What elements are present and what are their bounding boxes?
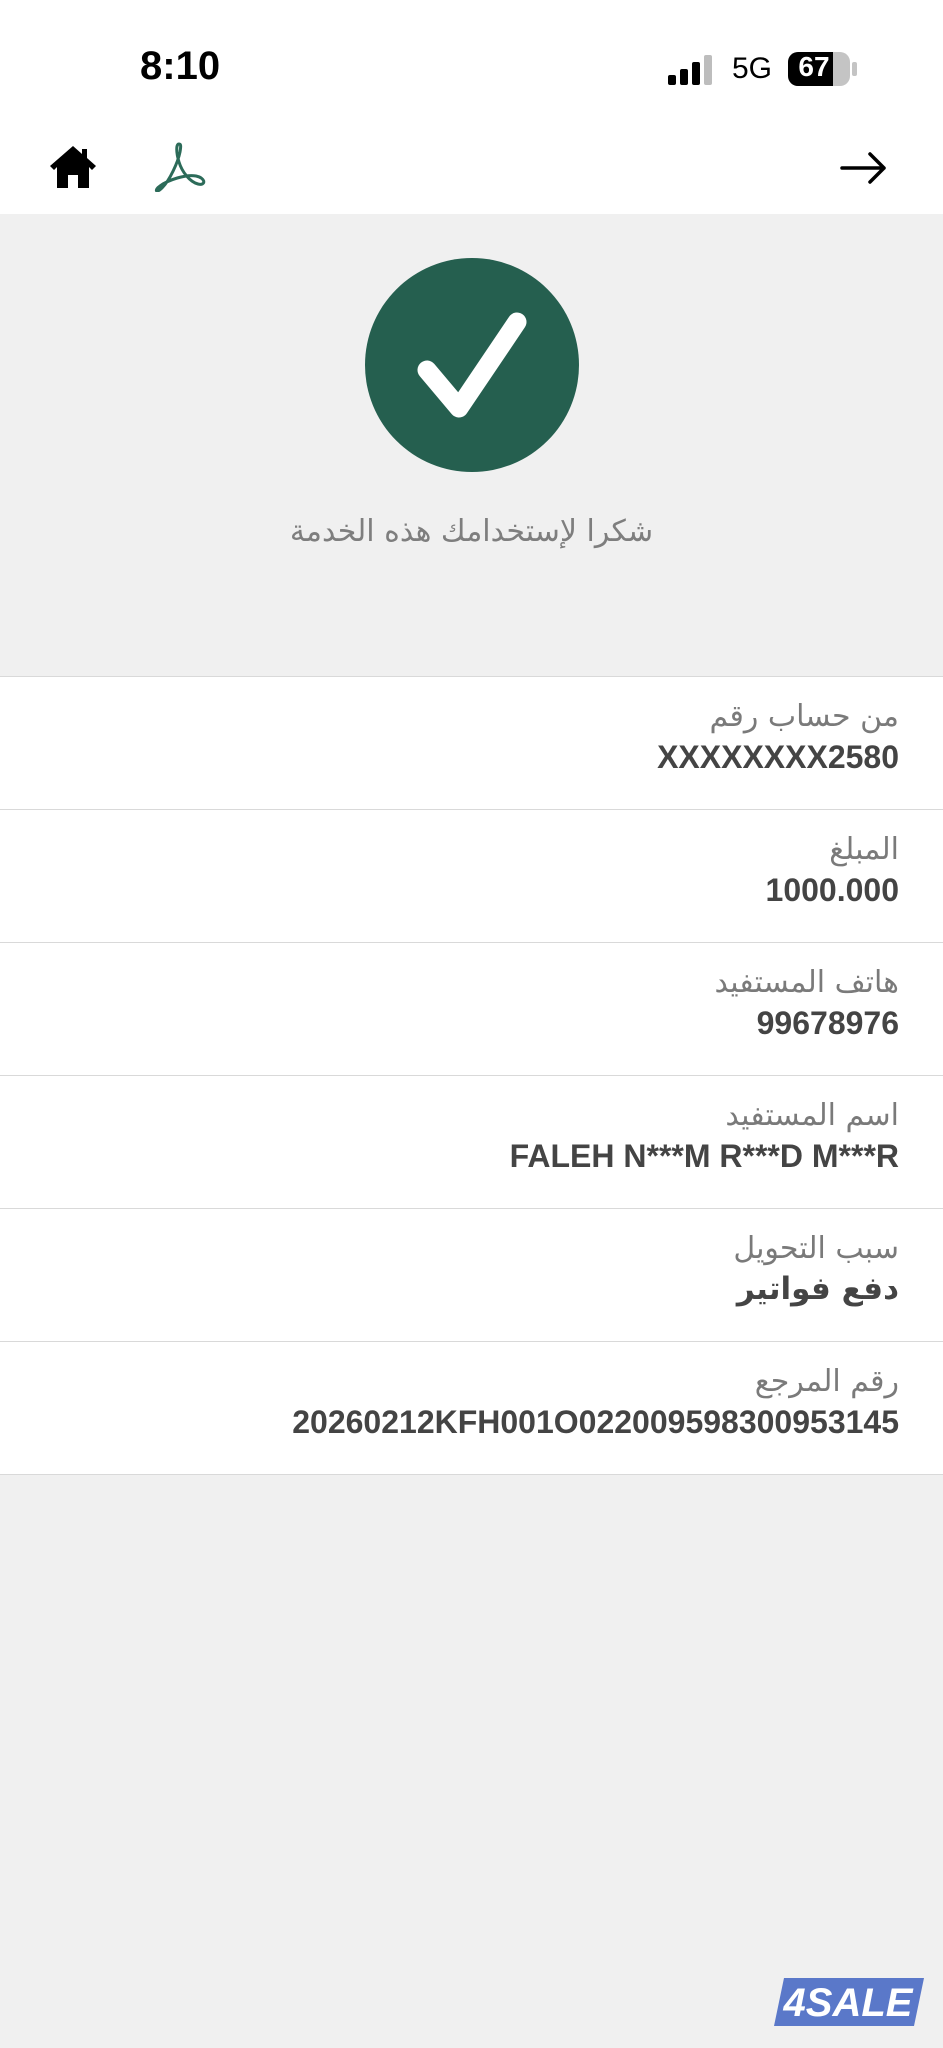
top-bar xyxy=(0,0,943,214)
detail-row-transfer-reason: سبب التحويل دفع فواتير xyxy=(0,1209,943,1342)
signal-icon xyxy=(668,55,712,85)
check-icon xyxy=(417,312,527,418)
detail-value: دفع فواتير xyxy=(736,1271,899,1307)
transfer-details: من حساب رقم XXXXXXXX2580 المبلغ 1000.000… xyxy=(0,676,943,1475)
network-label: 5G xyxy=(732,52,773,85)
detail-value: 20260212KFH001O022009598300953145 xyxy=(292,1404,899,1440)
detail-label: هاتف المستفيد xyxy=(714,965,899,1000)
detail-label: سبب التحويل xyxy=(733,1231,899,1266)
detail-value: 1000.000 xyxy=(765,872,899,908)
detail-row-beneficiary-name: اسم المستفيد FALEH N***M R***D M***R xyxy=(0,1076,943,1209)
detail-row-reference-number: رقم المرجع 20260212KFH001O02200959830095… xyxy=(0,1342,943,1475)
detail-label: المبلغ xyxy=(829,832,899,867)
detail-label: من حساب رقم xyxy=(709,699,899,734)
status-time: 8:10 xyxy=(140,44,221,88)
detail-label: اسم المستفيد xyxy=(725,1098,899,1133)
arrow-right-icon[interactable] xyxy=(840,150,890,186)
success-badge xyxy=(365,258,579,472)
detail-label: رقم المرجع xyxy=(754,1364,899,1399)
pdf-icon[interactable] xyxy=(150,140,210,192)
detail-value: XXXXXXXX2580 xyxy=(657,739,899,775)
watermark-text: 4SALE xyxy=(783,1981,914,2025)
watermark-logo: 4SALE xyxy=(774,1978,924,2026)
detail-row-from-account: من حساب رقم XXXXXXXX2580 xyxy=(0,677,943,810)
detail-row-amount: المبلغ 1000.000 xyxy=(0,810,943,943)
thank-you-message: شكرا لإستخدامك هذه الخدمة xyxy=(289,514,654,549)
detail-value: 99678976 xyxy=(756,1005,899,1041)
battery-level: 67 xyxy=(798,51,830,82)
detail-row-beneficiary-phone: هاتف المستفيد 99678976 xyxy=(0,943,943,1076)
home-icon[interactable] xyxy=(48,144,98,190)
detail-value: FALEH N***M R***D M***R xyxy=(509,1138,899,1174)
